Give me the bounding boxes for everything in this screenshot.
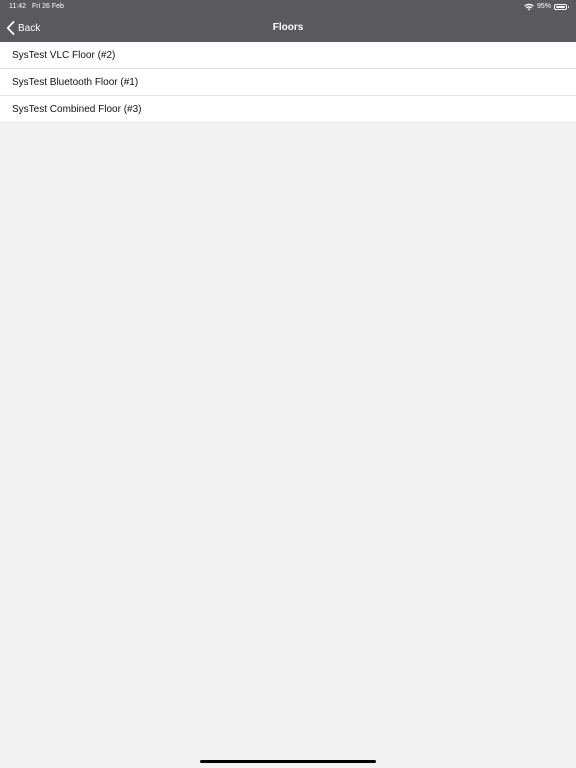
floor-label: SysTest Combined Floor (#3) <box>12 104 142 115</box>
wifi-icon <box>524 3 534 11</box>
floor-row[interactable]: SysTest Bluetooth Floor (#1) <box>0 69 576 96</box>
battery-nub <box>568 6 569 8</box>
status-time: 11:42 <box>9 3 26 10</box>
floor-row[interactable]: SysTest Combined Floor (#3) <box>0 96 576 123</box>
floor-label: SysTest VLC Floor (#2) <box>12 50 116 61</box>
top-bar: 11:42 Fri 26 Feb 95% Back Floors <box>0 0 576 42</box>
chevron-left-icon <box>6 21 15 35</box>
status-date: Fri 26 Feb <box>32 3 64 10</box>
navigation-bar: Back Floors <box>0 14 576 42</box>
back-button[interactable]: Back <box>6 14 40 42</box>
home-indicator[interactable] <box>200 760 376 763</box>
status-right: 95% <box>524 0 569 14</box>
status-bar: 11:42 Fri 26 Feb 95% <box>0 0 576 14</box>
battery-icon <box>554 4 569 10</box>
floor-list: SysTest VLC Floor (#2) SysTest Bluetooth… <box>0 42 576 123</box>
battery-level <box>556 6 565 8</box>
floor-label: SysTest Bluetooth Floor (#1) <box>12 77 139 88</box>
floor-row[interactable]: SysTest VLC Floor (#2) <box>0 42 576 69</box>
page-title: Floors <box>272 22 304 33</box>
back-label: Back <box>18 22 41 34</box>
battery-percent: 95% <box>536 3 551 10</box>
